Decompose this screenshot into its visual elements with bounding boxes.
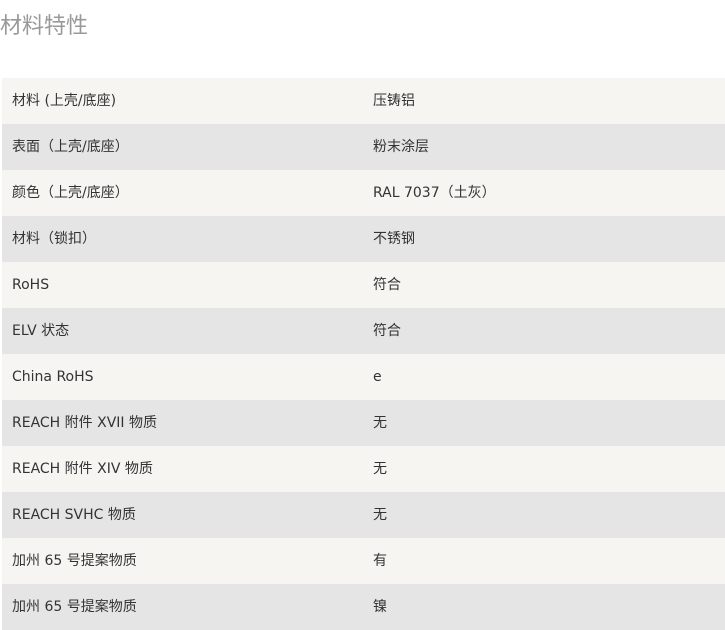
property-label: RoHS: [12, 277, 50, 293]
material-properties-table: 材料 (上壳/底座) 压铸铝 表面（上壳/底座） 粉末涂层 颜色（上壳/底座） …: [2, 78, 725, 630]
table-row: 加州 65 号提案物质 有: [2, 538, 725, 584]
property-value: 粉末涂层: [373, 139, 429, 155]
property-label: China RoHS: [12, 369, 94, 385]
property-label: 加州 65 号提案物质: [12, 599, 137, 615]
property-value: 无: [373, 461, 387, 477]
property-value: 无: [373, 415, 387, 431]
property-label: REACH 附件 XVII 物质: [12, 415, 157, 431]
table-row: 加州 65 号提案物质 镍: [2, 584, 725, 630]
table-row: REACH SVHC 物质 无: [2, 492, 725, 538]
property-value: 符合: [373, 277, 401, 293]
property-label: 颜色（上壳/底座）: [12, 185, 129, 201]
property-value: 无: [373, 507, 387, 523]
table-row: China RoHS e: [2, 354, 725, 400]
table-row: 颜色（上壳/底座） RAL 7037（土灰）: [2, 170, 725, 216]
property-label: ELV 状态: [12, 323, 70, 339]
property-label: 加州 65 号提案物质: [12, 553, 137, 569]
property-label: REACH 附件 XIV 物质: [12, 461, 153, 477]
property-value: 压铸铝: [373, 93, 415, 109]
table-row: 表面（上壳/底座） 粉末涂层: [2, 124, 725, 170]
table-row: REACH 附件 XIV 物质 无: [2, 446, 725, 492]
property-value: e: [373, 369, 382, 385]
table-row: ELV 状态 符合: [2, 308, 725, 354]
property-label: 材料（锁扣）: [12, 231, 96, 247]
property-value: 镍: [373, 599, 387, 615]
property-label: REACH SVHC 物质: [12, 507, 136, 523]
property-label: 表面（上壳/底座）: [12, 139, 129, 155]
property-label: 材料 (上壳/底座): [12, 93, 117, 109]
property-value: 符合: [373, 323, 401, 339]
table-row: REACH 附件 XVII 物质 无: [2, 400, 725, 446]
property-value: RAL 7037（土灰）: [373, 185, 496, 201]
section-title: 材料特性: [0, 14, 89, 39]
property-value: 不锈钢: [373, 231, 415, 247]
table-row: RoHS 符合: [2, 262, 725, 308]
table-row: 材料（锁扣） 不锈钢: [2, 216, 725, 262]
property-value: 有: [373, 553, 387, 569]
table-row: 材料 (上壳/底座) 压铸铝: [2, 78, 725, 124]
